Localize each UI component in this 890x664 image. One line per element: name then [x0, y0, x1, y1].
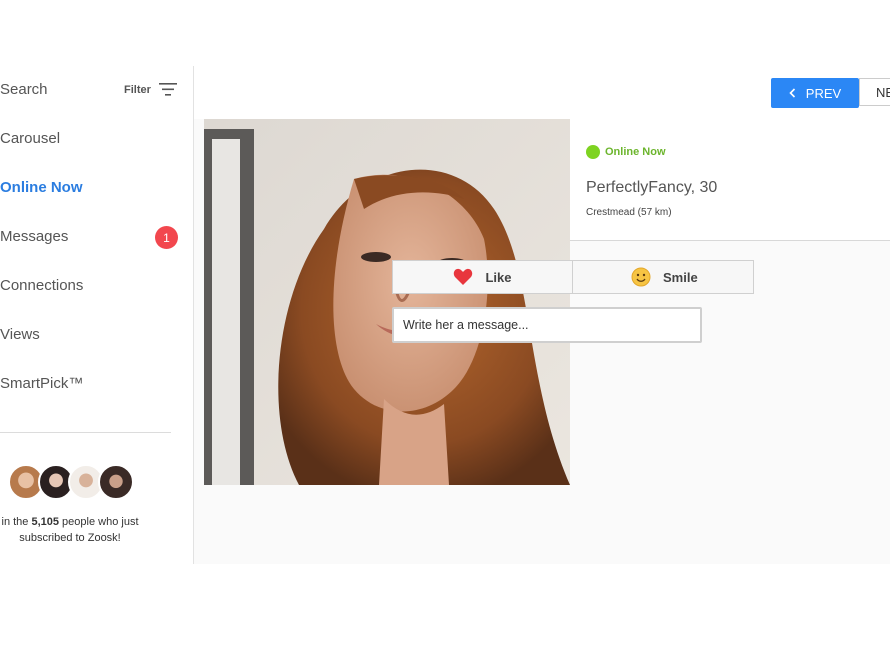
profile-photo[interactable] — [204, 119, 570, 485]
subscriber-avatars — [8, 464, 134, 500]
sidebar-item-carousel[interactable]: Carousel — [0, 130, 60, 147]
smile-button[interactable]: Smile — [573, 260, 754, 294]
online-status: Online Now — [586, 145, 666, 159]
avatar — [98, 464, 134, 500]
sidebar-item-connections[interactable]: Connections — [0, 277, 83, 294]
smiley-icon — [631, 267, 651, 287]
prev-button[interactable]: PREV — [771, 78, 859, 108]
filter-button[interactable]: Filter — [124, 83, 177, 96]
sidebar-item-smartpick[interactable]: SmartPick™ — [0, 375, 83, 392]
profile-actions: Like Smile — [392, 260, 754, 294]
sidebar-item-search[interactable]: Search — [0, 81, 48, 98]
subscriber-promo: in the 5,105 people who just subscribed … — [0, 514, 140, 546]
smile-label: Smile — [663, 269, 698, 285]
top-bar: PREV NE — [194, 66, 890, 119]
chevron-left-icon — [789, 88, 795, 98]
promo-count: 5,105 — [31, 516, 59, 528]
filter-label: Filter — [124, 83, 151, 96]
messages-badge: 1 — [155, 226, 178, 249]
next-label: NE — [876, 84, 890, 100]
sidebar-item-online-now[interactable]: Online Now — [0, 179, 83, 196]
sidebar-item-views[interactable]: Views — [0, 326, 40, 343]
sidebar: Search Filter Carousel Online Now Messag… — [0, 66, 194, 564]
sidebar-item-messages[interactable]: Messages — [0, 228, 68, 245]
online-dot-icon — [586, 145, 600, 159]
profile-info: Online Now PerfectlyFancy, 30 Crestmead … — [570, 119, 890, 241]
app-window: Search Filter Carousel Online Now Messag… — [0, 66, 890, 564]
like-button[interactable]: Like — [392, 260, 573, 294]
profile-photo-image — [204, 119, 570, 485]
online-status-label: Online Now — [605, 146, 666, 158]
message-field[interactable] — [392, 307, 702, 343]
message-input[interactable] — [394, 309, 700, 341]
heart-icon — [454, 268, 473, 285]
next-button[interactable]: NE — [859, 78, 890, 106]
promo-text-pre: in the — [1, 516, 32, 528]
like-label: Like — [485, 269, 512, 285]
filter-icon — [158, 83, 177, 96]
prev-label: PREV — [805, 85, 842, 101]
profile-location: Crestmead (57 km) — [586, 207, 672, 218]
sidebar-divider — [0, 432, 171, 433]
profile-name: PerfectlyFancy, 30 — [586, 179, 718, 196]
